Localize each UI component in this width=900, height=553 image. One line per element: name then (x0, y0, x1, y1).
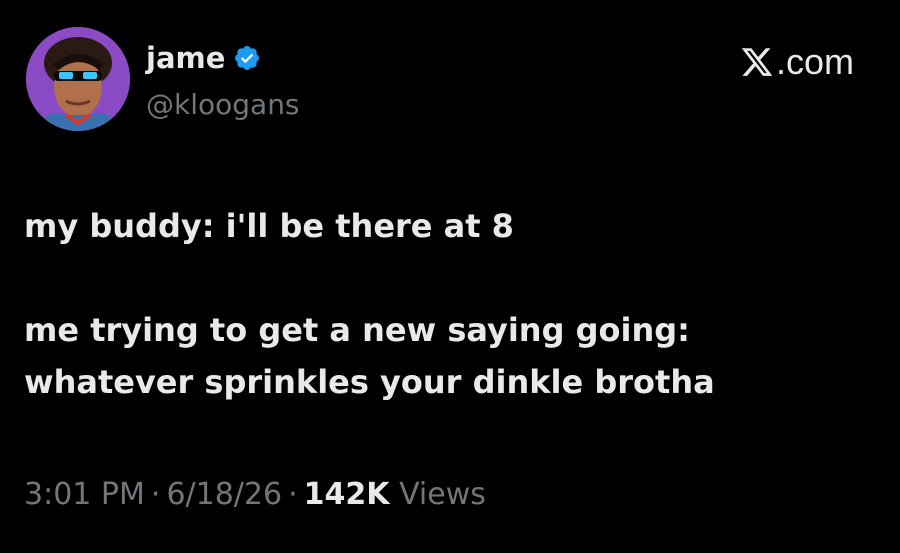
user-handle[interactable]: @kloogans (146, 87, 300, 123)
avatar[interactable] (26, 27, 130, 131)
brand-domain-label: .com (775, 41, 854, 82)
x-logo-icon (740, 45, 774, 79)
views-count[interactable]: 142K (304, 477, 390, 512)
tweet-date[interactable]: 6/18/26 (166, 477, 282, 512)
tweet-time[interactable]: 3:01 PM (24, 477, 145, 512)
tweet-line: my buddy: i'll be there at 8 (24, 207, 514, 245)
verified-badge-icon (233, 44, 261, 72)
meta-separator: · (288, 477, 298, 512)
tweet-line: me trying to get a new saying going: (24, 311, 690, 349)
tweet-meta: 3:01 PM · 6/18/26 · 142K Views (24, 475, 486, 515)
display-name[interactable]: jame (146, 40, 225, 76)
meta-separator: · (150, 477, 161, 512)
tweet-line: whatever sprinkles your dinkle brotha (24, 363, 715, 401)
profile-photo-icon (26, 27, 130, 131)
views-label: Views (399, 477, 486, 512)
brand-watermark: .com (740, 40, 854, 84)
tweet-body: my buddy: i'll be there at 8 me trying t… (24, 200, 874, 408)
display-name-row[interactable]: jame (146, 40, 261, 76)
